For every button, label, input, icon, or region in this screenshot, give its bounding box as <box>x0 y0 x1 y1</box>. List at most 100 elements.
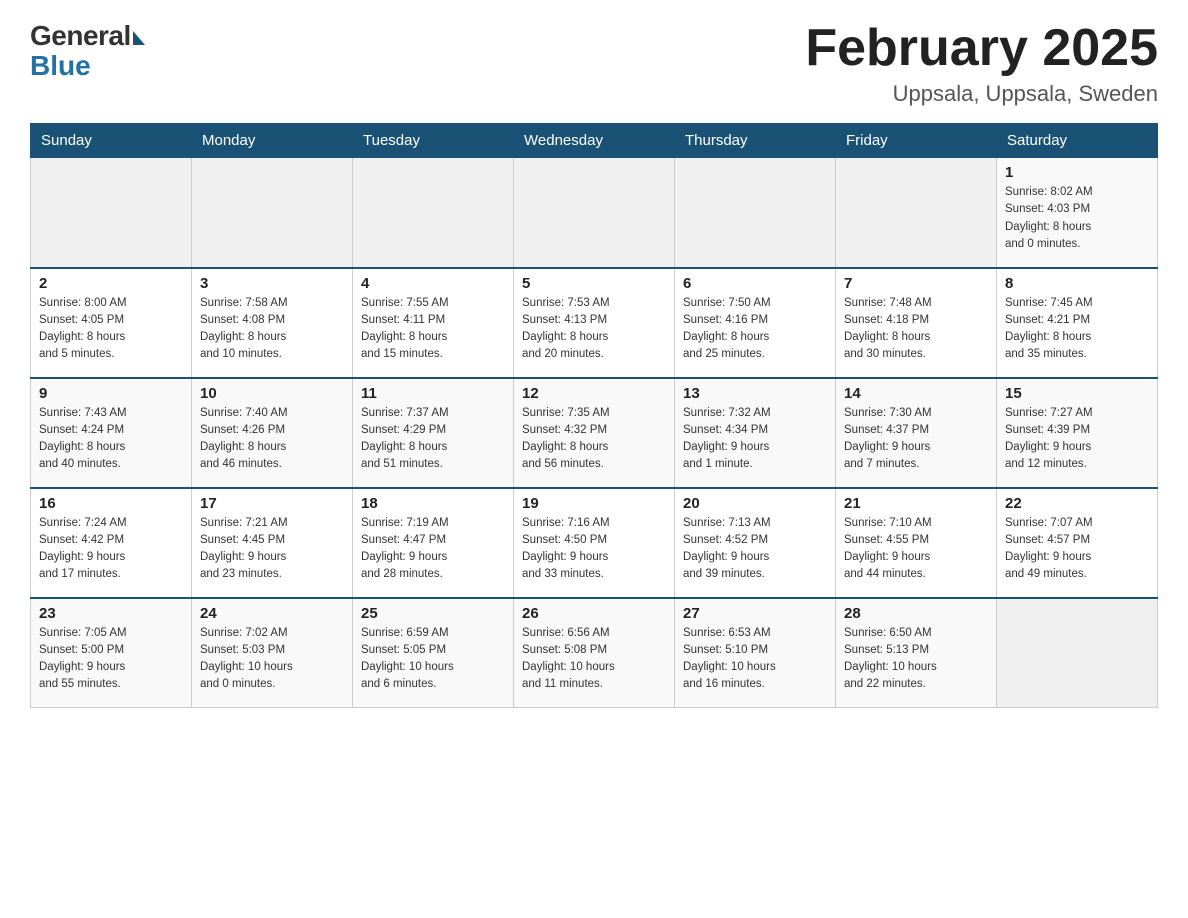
calendar-cell: 15Sunrise: 7:27 AMSunset: 4:39 PMDayligh… <box>997 378 1158 488</box>
page-header: General Blue February 2025 Uppsala, Upps… <box>30 20 1158 107</box>
logo-general-text: General <box>30 20 131 52</box>
day-number: 12 <box>522 385 666 402</box>
weekday-header-friday: Friday <box>836 124 997 158</box>
day-info: Sunrise: 7:16 AMSunset: 4:50 PMDaylight:… <box>522 515 666 584</box>
day-info: Sunrise: 7:32 AMSunset: 4:34 PMDaylight:… <box>683 405 827 474</box>
day-info: Sunrise: 7:48 AMSunset: 4:18 PMDaylight:… <box>844 295 988 364</box>
calendar-cell <box>514 158 675 268</box>
calendar-cell: 22 Sunrise: 7:07 AMSunset: 4:57 PMDayligh… <box>997 488 1158 598</box>
day-number: 5 <box>522 275 666 292</box>
calendar-cell: 16 Sunrise: 7:24 AMSunset: 4:42 PMDayligh… <box>31 488 192 598</box>
day-info: Sunrise: 7:27 AMSunset: 4:39 PMDaylight:… <box>1005 405 1149 474</box>
day-number: 18 <box>361 495 505 512</box>
day-info: Sunrise: 8:02 AMSunset: 4:03 PMDaylight:… <box>1005 184 1149 253</box>
day-info: Sunrise: 7:30 AMSunset: 4:37 PMDaylight:… <box>844 405 988 474</box>
day-info: Sunrise: 7:02 AMSunset: 5:03 PMDaylight:… <box>200 625 344 694</box>
calendar-week-row: 16 Sunrise: 7:24 AMSunset: 4:42 PMDayligh… <box>31 488 1158 598</box>
day-number: 28 <box>844 605 988 622</box>
day-number: 8 <box>1005 275 1149 292</box>
calendar-cell: 3 Sunrise: 7:58 AMSunset: 4:08 PMDaylight… <box>192 268 353 378</box>
calendar-header-row: SundayMondayTuesdayWednesdayThursdayFrid… <box>31 124 1158 158</box>
calendar-cell <box>997 598 1158 708</box>
calendar-cell: 17 Sunrise: 7:21 AMSunset: 4:45 PMDayligh… <box>192 488 353 598</box>
calendar-cell: 10Sunrise: 7:40 AMSunset: 4:26 PMDayligh… <box>192 378 353 488</box>
weekday-header-thursday: Thursday <box>675 124 836 158</box>
day-number: 6 <box>683 275 827 292</box>
calendar-cell: 23 Sunrise: 7:05 AMSunset: 5:00 PMDayligh… <box>31 598 192 708</box>
day-info: Sunrise: 6:56 AMSunset: 5:08 PMDaylight:… <box>522 625 666 694</box>
calendar-cell: 12 Sunrise: 7:35 AMSunset: 4:32 PMDayligh… <box>514 378 675 488</box>
day-number: 13 <box>683 385 827 402</box>
calendar-cell: 18Sunrise: 7:19 AMSunset: 4:47 PMDayligh… <box>353 488 514 598</box>
day-info: Sunrise: 7:13 AMSunset: 4:52 PMDaylight:… <box>683 515 827 584</box>
calendar-cell: 1 Sunrise: 8:02 AMSunset: 4:03 PMDaylight… <box>997 158 1158 268</box>
calendar-cell: 14 Sunrise: 7:30 AMSunset: 4:37 PMDayligh… <box>836 378 997 488</box>
day-info: Sunrise: 6:50 AMSunset: 5:13 PMDaylight:… <box>844 625 988 694</box>
day-number: 21 <box>844 495 988 512</box>
day-info: Sunrise: 7:21 AMSunset: 4:45 PMDaylight:… <box>200 515 344 584</box>
day-info: Sunrise: 7:37 AMSunset: 4:29 PMDaylight:… <box>361 405 505 474</box>
calendar-cell <box>675 158 836 268</box>
calendar-week-row: 2 Sunrise: 8:00 AMSunset: 4:05 PMDaylight… <box>31 268 1158 378</box>
calendar-cell: 24Sunrise: 7:02 AMSunset: 5:03 PMDayligh… <box>192 598 353 708</box>
calendar-cell: 6 Sunrise: 7:50 AMSunset: 4:16 PMDaylight… <box>675 268 836 378</box>
calendar-week-row: 1 Sunrise: 8:02 AMSunset: 4:03 PMDaylight… <box>31 158 1158 268</box>
logo: General Blue <box>30 20 145 82</box>
day-info: Sunrise: 7:43 AMSunset: 4:24 PMDaylight:… <box>39 405 183 474</box>
day-number: 3 <box>200 275 344 292</box>
month-title: February 2025 <box>805 20 1158 77</box>
day-number: 22 <box>1005 495 1149 512</box>
day-number: 14 <box>844 385 988 402</box>
calendar-cell <box>353 158 514 268</box>
day-number: 27 <box>683 605 827 622</box>
day-info: Sunrise: 8:00 AMSunset: 4:05 PMDaylight:… <box>39 295 183 364</box>
day-info: Sunrise: 7:07 AMSunset: 4:57 PMDaylight:… <box>1005 515 1149 584</box>
location-text: Uppsala, Uppsala, Sweden <box>805 81 1158 107</box>
day-number: 2 <box>39 275 183 292</box>
day-info: Sunrise: 6:59 AMSunset: 5:05 PMDaylight:… <box>361 625 505 694</box>
calendar-cell <box>192 158 353 268</box>
day-number: 16 <box>39 495 183 512</box>
logo-blue-text: Blue <box>30 50 91 82</box>
day-number: 1 <box>1005 164 1149 181</box>
day-number: 11 <box>361 385 505 402</box>
day-info: Sunrise: 7:55 AMSunset: 4:11 PMDaylight:… <box>361 295 505 364</box>
day-info: Sunrise: 7:35 AMSunset: 4:32 PMDaylight:… <box>522 405 666 474</box>
day-info: Sunrise: 7:53 AMSunset: 4:13 PMDaylight:… <box>522 295 666 364</box>
title-block: February 2025 Uppsala, Uppsala, Sweden <box>805 20 1158 107</box>
calendar-cell <box>836 158 997 268</box>
day-number: 9 <box>39 385 183 402</box>
day-number: 17 <box>200 495 344 512</box>
day-info: Sunrise: 7:24 AMSunset: 4:42 PMDaylight:… <box>39 515 183 584</box>
calendar-cell: 19 Sunrise: 7:16 AMSunset: 4:50 PMDayligh… <box>514 488 675 598</box>
weekday-header-wednesday: Wednesday <box>514 124 675 158</box>
day-number: 23 <box>39 605 183 622</box>
calendar-cell: 5 Sunrise: 7:53 AMSunset: 4:13 PMDaylight… <box>514 268 675 378</box>
day-number: 19 <box>522 495 666 512</box>
weekday-header-monday: Monday <box>192 124 353 158</box>
calendar-cell: 13 Sunrise: 7:32 AMSunset: 4:34 PMDayligh… <box>675 378 836 488</box>
calendar-cell: 2 Sunrise: 8:00 AMSunset: 4:05 PMDaylight… <box>31 268 192 378</box>
day-info: Sunrise: 6:53 AMSunset: 5:10 PMDaylight:… <box>683 625 827 694</box>
calendar-cell <box>31 158 192 268</box>
weekday-header-tuesday: Tuesday <box>353 124 514 158</box>
calendar-cell: 7 Sunrise: 7:48 AMSunset: 4:18 PMDaylight… <box>836 268 997 378</box>
calendar-cell: 26 Sunrise: 6:56 AMSunset: 5:08 PMDayligh… <box>514 598 675 708</box>
day-info: Sunrise: 7:50 AMSunset: 4:16 PMDaylight:… <box>683 295 827 364</box>
calendar-cell: 25 Sunrise: 6:59 AMSunset: 5:05 PMDayligh… <box>353 598 514 708</box>
day-number: 25 <box>361 605 505 622</box>
calendar-table: SundayMondayTuesdayWednesdayThursdayFrid… <box>30 123 1158 708</box>
day-info: Sunrise: 7:45 AMSunset: 4:21 PMDaylight:… <box>1005 295 1149 364</box>
day-info: Sunrise: 7:58 AMSunset: 4:08 PMDaylight:… <box>200 295 344 364</box>
day-number: 10 <box>200 385 344 402</box>
day-number: 4 <box>361 275 505 292</box>
calendar-week-row: 23 Sunrise: 7:05 AMSunset: 5:00 PMDayligh… <box>31 598 1158 708</box>
calendar-cell: 27 Sunrise: 6:53 AMSunset: 5:10 PMDayligh… <box>675 598 836 708</box>
calendar-cell: 8 Sunrise: 7:45 AMSunset: 4:21 PMDaylight… <box>997 268 1158 378</box>
calendar-cell: 11 Sunrise: 7:37 AMSunset: 4:29 PMDayligh… <box>353 378 514 488</box>
day-number: 7 <box>844 275 988 292</box>
day-number: 26 <box>522 605 666 622</box>
day-info: Sunrise: 7:05 AMSunset: 5:00 PMDaylight:… <box>39 625 183 694</box>
calendar-cell: 21Sunrise: 7:10 AMSunset: 4:55 PMDayligh… <box>836 488 997 598</box>
calendar-cell: 20Sunrise: 7:13 AMSunset: 4:52 PMDayligh… <box>675 488 836 598</box>
